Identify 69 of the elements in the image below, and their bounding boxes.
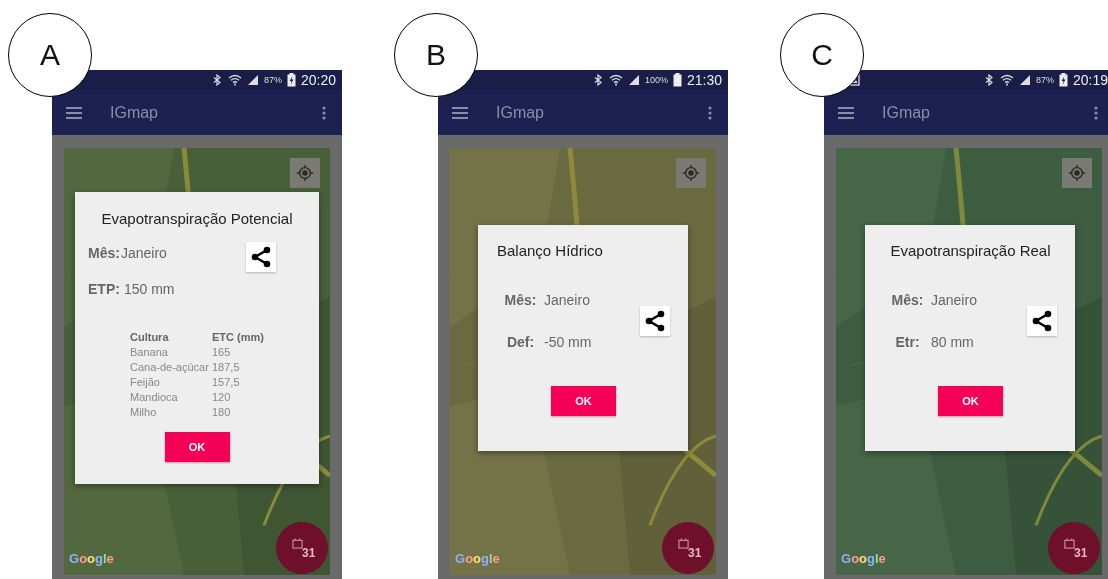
table-cell-text: 157,5: [212, 374, 241, 389]
dialog-title: Evapotranspiração Potencial: [100, 210, 294, 227]
field-label: Mês:: [88, 245, 120, 261]
field-value: 150 mm: [123, 281, 175, 297]
share-button[interactable]: [1027, 306, 1057, 336]
field-value: -50 mm: [544, 334, 592, 350]
field-label: Mês:: [890, 292, 925, 308]
my-location-button[interactable]: [290, 158, 320, 188]
map-logo: Google: [455, 551, 500, 566]
field-value: Janeiro: [120, 245, 167, 261]
field-label: ETP:: [88, 281, 120, 297]
map-logo: Google: [69, 551, 114, 566]
dialog-title: Evapotranspiração Real: [889, 242, 1052, 259]
table-cell-text: 180: [212, 404, 232, 419]
app-title: IGmap: [496, 103, 544, 122]
dialog-title: Balanço Hídrico: [497, 242, 604, 259]
share-button[interactable]: [246, 242, 276, 272]
panel-label: A: [8, 13, 92, 97]
my-location-icon: [296, 164, 314, 182]
app-title: IGmap: [882, 103, 930, 122]
signal-icon: [246, 74, 259, 86]
battery-percentage: 87%: [263, 75, 282, 85]
field-value: 80 mm: [931, 334, 974, 350]
clock-time: 20:20: [300, 72, 336, 88]
column-header: Cultura: [130, 329, 212, 344]
signal-icon: [627, 74, 640, 86]
clock-time: 20:19: [1072, 72, 1108, 88]
panel-label: B: [394, 13, 478, 97]
table-cell-text: 165: [212, 344, 232, 359]
column-header: ETC (mm): [212, 329, 264, 344]
signal-icon: [1018, 74, 1031, 86]
table-cell-text: 187,5: [212, 359, 241, 374]
wifi-icon: [608, 74, 623, 86]
field-value: Janeiro: [931, 292, 977, 308]
table-cell: Milho: [130, 404, 212, 419]
panel-label: C: [780, 13, 864, 97]
my-location-button[interactable]: [1062, 158, 1092, 188]
battery-percentage: 87%: [1035, 75, 1054, 85]
my-location-icon: [682, 164, 700, 182]
field-label: Mês:: [503, 292, 538, 308]
field-value: Janeiro: [544, 292, 590, 308]
ok-button[interactable]: OK: [938, 386, 1003, 416]
field-label: Etr:: [894, 334, 921, 350]
table-cell: Mandioca: [130, 389, 212, 404]
calendar-icon: [292, 538, 303, 549]
clock-time: 21:30: [686, 72, 722, 88]
more-options-icon[interactable]: [708, 105, 712, 120]
wifi-icon: [227, 74, 242, 86]
menu-icon[interactable]: [66, 106, 82, 119]
table-cell-text: 120: [212, 389, 232, 404]
table-cell: Feijão: [130, 374, 212, 389]
more-options-icon[interactable]: [322, 105, 326, 120]
wifi-icon: [999, 74, 1014, 86]
share-button[interactable]: [640, 306, 670, 336]
menu-icon[interactable]: [452, 106, 468, 119]
menu-icon[interactable]: [838, 106, 854, 119]
calendar-icon: [1064, 538, 1075, 549]
ok-button[interactable]: OK: [164, 432, 230, 462]
ok-button[interactable]: OK: [551, 386, 616, 416]
my-location-button[interactable]: [676, 158, 706, 188]
app-title: IGmap: [110, 103, 158, 122]
table-cell: Banana: [130, 344, 212, 359]
table-cell: Cana-de-açúcar: [130, 359, 212, 374]
calendar-icon: [678, 538, 689, 549]
field-label: Def:: [505, 334, 536, 350]
more-options-icon[interactable]: [1094, 105, 1098, 120]
my-location-icon: [1068, 164, 1086, 182]
map-logo: Google: [841, 551, 886, 566]
battery-percentage: 100%: [644, 75, 668, 85]
